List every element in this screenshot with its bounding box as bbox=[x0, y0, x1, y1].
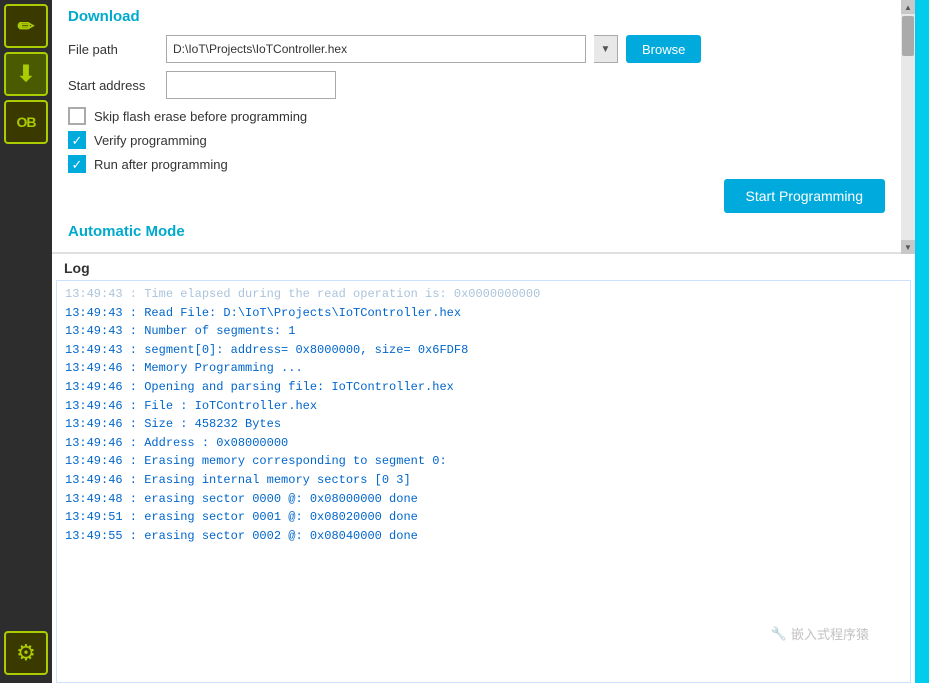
automatic-mode-title: Automatic Mode bbox=[68, 223, 885, 240]
scrollbar-thumb[interactable] bbox=[902, 16, 914, 56]
start-programming-row: Start Programming bbox=[68, 179, 885, 213]
log-line: 13:49:46 : Size : 458232 Bytes bbox=[65, 415, 902, 434]
log-line: 13:49:43 : Read File: D:\IoT\Projects\Io… bbox=[65, 304, 902, 323]
verify-checkbox[interactable] bbox=[68, 131, 86, 149]
ob-label: OB bbox=[17, 114, 36, 130]
log-line: 13:49:46 : Memory Programming ... bbox=[65, 359, 902, 378]
log-line: 13:49:46 : Address : 0x08000000 bbox=[65, 434, 902, 453]
sidebar: ✏ ⬇ OB ⚙ bbox=[0, 0, 52, 683]
log-title: Log bbox=[52, 260, 915, 280]
log-line: 13:49:43 : Number of segments: 1 bbox=[65, 322, 902, 341]
verify-row: Verify programming bbox=[68, 131, 885, 149]
download-icon: ⬇ bbox=[17, 63, 35, 85]
file-path-label: File path bbox=[68, 42, 158, 57]
file-path-row: File path ▼ Browse bbox=[68, 35, 885, 63]
log-line: 13:49:48 : erasing sector 0000 @: 0x0800… bbox=[65, 490, 902, 509]
download-wrapper: Download File path ▼ Browse Start addres… bbox=[52, 0, 915, 254]
log-section: Log 13:49:43 : Time elapsed during the r… bbox=[52, 254, 915, 683]
log-line: 13:49:43 : Time elapsed during the read … bbox=[65, 285, 902, 304]
start-programming-button[interactable]: Start Programming bbox=[724, 179, 885, 213]
log-line: 13:49:46 : Erasing internal memory secto… bbox=[65, 471, 902, 490]
log-line: 13:49:51 : erasing sector 0001 @: 0x0802… bbox=[65, 508, 902, 527]
sidebar-btn-download[interactable]: ⬇ bbox=[4, 52, 48, 96]
browse-button[interactable]: Browse bbox=[626, 35, 701, 63]
skip-flash-checkbox[interactable] bbox=[68, 107, 86, 125]
sidebar-btn-ob[interactable]: OB bbox=[4, 100, 48, 144]
gear-icon: ⚙ bbox=[16, 640, 36, 666]
start-address-row: Start address bbox=[68, 71, 885, 99]
skip-flash-row: Skip flash erase before programming bbox=[68, 107, 885, 125]
download-title: Download bbox=[68, 8, 885, 25]
pencil-icon: ✏ bbox=[18, 14, 35, 39]
right-panel bbox=[915, 0, 929, 683]
file-path-input[interactable] bbox=[166, 35, 586, 63]
scrollbar-track[interactable]: ▲ ▼ bbox=[901, 0, 915, 254]
start-address-input[interactable] bbox=[166, 71, 336, 99]
scroll-down-arrow[interactable]: ▼ bbox=[901, 240, 915, 254]
log-content[interactable]: 13:49:43 : Time elapsed during the read … bbox=[56, 280, 911, 683]
skip-flash-label: Skip flash erase before programming bbox=[94, 109, 307, 124]
download-section: Download File path ▼ Browse Start addres… bbox=[52, 0, 901, 254]
sidebar-btn-edit[interactable]: ✏ bbox=[4, 4, 48, 48]
file-path-dropdown[interactable]: ▼ bbox=[594, 35, 618, 63]
log-line: 13:49:46 : Erasing memory corresponding … bbox=[65, 452, 902, 471]
log-line: 13:49:43 : segment[0]: address= 0x800000… bbox=[65, 341, 902, 360]
log-line: 13:49:46 : Opening and parsing file: IoT… bbox=[65, 378, 902, 397]
scroll-up-arrow[interactable]: ▲ bbox=[901, 0, 915, 14]
log-line: 13:49:46 : File : IoTController.hex bbox=[65, 397, 902, 416]
run-after-row: Run after programming bbox=[68, 155, 885, 173]
start-address-label: Start address bbox=[68, 78, 158, 93]
verify-label: Verify programming bbox=[94, 133, 207, 148]
download-main: Download File path ▼ Browse Start addres… bbox=[52, 0, 901, 254]
chevron-down-icon: ▼ bbox=[601, 44, 611, 55]
sidebar-btn-gear[interactable]: ⚙ bbox=[4, 631, 48, 675]
main-content: Download File path ▼ Browse Start addres… bbox=[52, 0, 915, 683]
run-after-label: Run after programming bbox=[94, 157, 228, 172]
log-line: 13:49:55 : erasing sector 0002 @: 0x0804… bbox=[65, 527, 902, 546]
run-after-checkbox[interactable] bbox=[68, 155, 86, 173]
